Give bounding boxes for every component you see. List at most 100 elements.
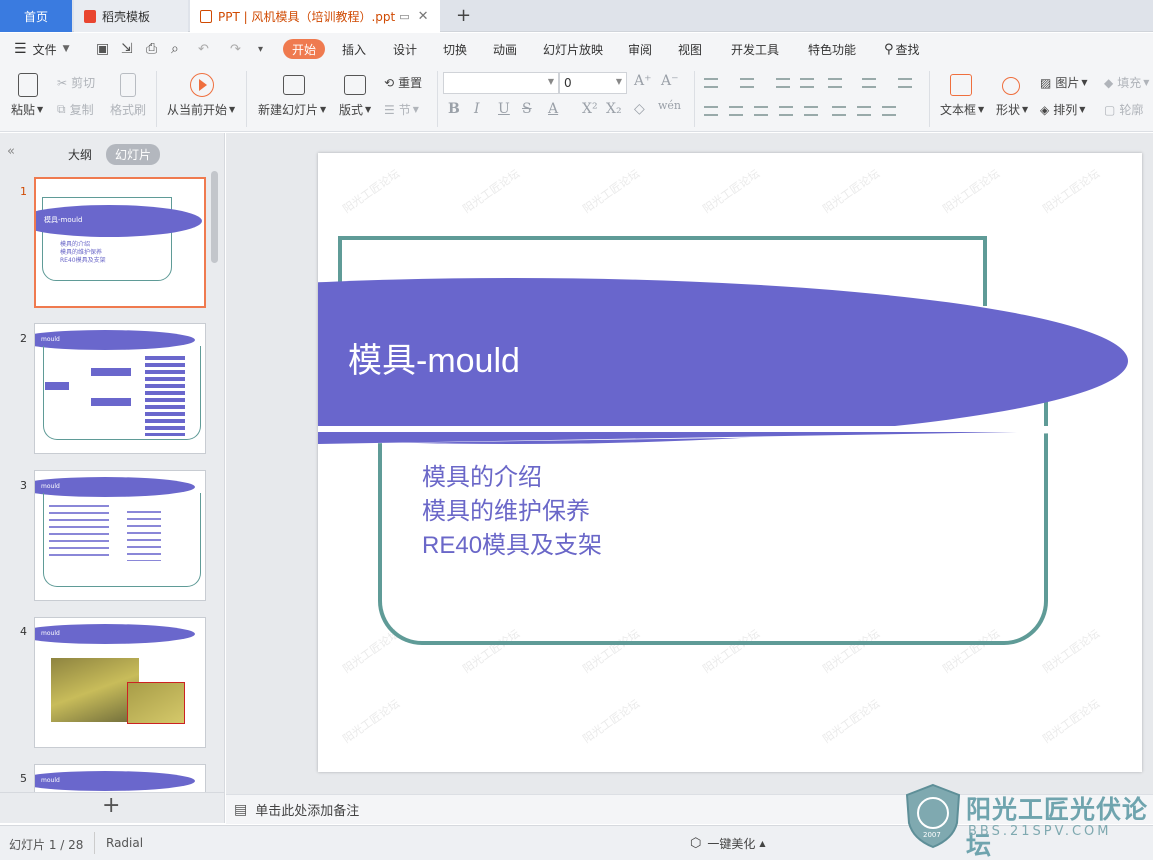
beautify-button[interactable]: ⬡ 一键美化 ▲ bbox=[690, 835, 766, 852]
line-spacing-icon[interactable] bbox=[898, 78, 912, 88]
save-icon[interactable]: ▣ bbox=[96, 39, 109, 59]
font-name-select[interactable]: ▼ bbox=[443, 72, 559, 94]
superscript-icon[interactable]: X² bbox=[582, 101, 598, 117]
close-tab-icon[interactable]: ✕ bbox=[418, 9, 429, 24]
docer-icon bbox=[84, 9, 96, 23]
menu-developer[interactable]: 开发工具 bbox=[731, 39, 779, 59]
search-button[interactable]: ⚲ 查找 bbox=[884, 39, 920, 59]
vertical-align-icon[interactable] bbox=[857, 106, 871, 116]
redo-icon[interactable]: ↷ bbox=[230, 39, 241, 59]
menu-slideshow[interactable]: 幻灯片放映 bbox=[543, 39, 603, 59]
slide-thumbnail-1[interactable]: 模具-mould 模具的介绍 模具的维护保养 RE40模具及支架 bbox=[34, 177, 206, 308]
layout-button[interactable]: 版式 ▼ bbox=[339, 101, 371, 118]
new-tab-icon[interactable]: + bbox=[456, 5, 471, 26]
subscript-icon[interactable]: X₂ bbox=[606, 101, 622, 117]
textbox-icon[interactable] bbox=[950, 74, 972, 96]
chevron-down-icon: ▼ bbox=[1079, 105, 1086, 114]
menu-home[interactable]: 开始 bbox=[283, 39, 326, 59]
justify-icon[interactable] bbox=[779, 106, 793, 116]
menu-animation-label: 动画 bbox=[493, 42, 518, 57]
new-slide-icon[interactable] bbox=[283, 75, 305, 95]
clear-format-icon[interactable]: ◇ bbox=[634, 101, 645, 117]
menu-transition[interactable]: 切换 bbox=[443, 39, 467, 59]
bold-icon[interactable]: B bbox=[448, 101, 460, 117]
menu-insert[interactable]: 插入 bbox=[342, 39, 366, 59]
align-center-icon[interactable] bbox=[729, 106, 743, 116]
fill-button[interactable]: ◆ 填充 ▼ bbox=[1104, 74, 1149, 91]
notes-placeholder: 单击此处添加备注 bbox=[255, 804, 360, 819]
paragraph-spacing-icon[interactable] bbox=[832, 106, 846, 116]
slide-title[interactable]: 模具-mould bbox=[348, 333, 520, 382]
shape-button[interactable]: 形状 ▼ bbox=[996, 101, 1028, 118]
text-direction-icon[interactable] bbox=[862, 78, 876, 88]
menu-review[interactable]: 审阅 bbox=[628, 39, 652, 59]
play-from-current-button[interactable]: 从当前开始 ▼ bbox=[167, 101, 235, 118]
thumbnail-number: 5 bbox=[20, 772, 27, 785]
thumbnail-line: RE40模具及支架 bbox=[60, 257, 106, 264]
tab-docer-templates[interactable]: 稻壳模板 bbox=[74, 0, 188, 32]
file-menu[interactable]: ☰ 文件 ▼ bbox=[14, 39, 70, 59]
decrease-indent-icon[interactable] bbox=[776, 78, 790, 88]
section-button[interactable]: ☰ 节 ▼ bbox=[384, 101, 419, 118]
distributed-icon[interactable] bbox=[804, 106, 818, 116]
tab-home[interactable]: 首页 bbox=[0, 0, 72, 32]
textbox-button[interactable]: 文本框 ▼ bbox=[940, 101, 984, 118]
slide-counter: 幻灯片 1 / 28 bbox=[9, 838, 84, 852]
menu-design[interactable]: 设计 bbox=[393, 39, 417, 59]
font-size-select[interactable]: 0 ▼ bbox=[559, 72, 627, 94]
outline-button[interactable]: ▢ 轮廓 bbox=[1104, 101, 1143, 118]
picture-button[interactable]: ▨ 图片 ▼ bbox=[1040, 74, 1088, 91]
align-right-icon[interactable] bbox=[754, 106, 768, 116]
screen-icon[interactable]: ▭ bbox=[399, 10, 409, 23]
collapse-pane-icon[interactable]: « bbox=[7, 144, 15, 159]
italic-icon[interactable]: I bbox=[474, 101, 480, 117]
new-slide-button[interactable]: 新建幻灯片 ▼ bbox=[258, 101, 326, 118]
menu-view[interactable]: 视图 bbox=[678, 39, 702, 59]
print-preview-icon[interactable]: ⌕ bbox=[171, 39, 179, 59]
cut-button[interactable]: ✂ 剪切 bbox=[57, 74, 95, 91]
align-left-icon[interactable] bbox=[704, 106, 718, 116]
undo-icon[interactable]: ↶ bbox=[198, 39, 209, 59]
tab-slides[interactable]: 幻灯片 bbox=[106, 144, 161, 165]
add-slide-icon[interactable]: + bbox=[102, 793, 120, 818]
paste-icon[interactable] bbox=[18, 73, 38, 97]
slide-thumbnail-3[interactable]: mould bbox=[34, 470, 206, 601]
shape-icon[interactable] bbox=[1002, 77, 1020, 95]
format-painter-label: 格式刷 bbox=[110, 103, 147, 117]
paste-button[interactable]: 粘贴 ▼ bbox=[11, 101, 43, 118]
increase-indent-icon[interactable] bbox=[800, 78, 814, 88]
theme-name[interactable]: Radial bbox=[106, 836, 143, 850]
thumbnail-text-block bbox=[49, 505, 109, 561]
columns-icon[interactable] bbox=[828, 78, 842, 88]
bullets-icon[interactable] bbox=[704, 78, 718, 88]
copy-button[interactable]: ⧉ 复制 bbox=[57, 101, 94, 118]
underline-icon[interactable]: U bbox=[498, 101, 510, 117]
slide-thumbnail-4[interactable]: mould bbox=[34, 617, 206, 748]
strikethrough-icon[interactable]: S bbox=[522, 101, 532, 117]
reset-icon: ⟲ bbox=[384, 75, 395, 90]
font-color-icon[interactable]: A bbox=[548, 101, 558, 117]
numbering-icon[interactable] bbox=[740, 78, 754, 88]
format-painter-button[interactable]: 格式刷 bbox=[110, 101, 146, 118]
title-band-stripe bbox=[318, 426, 1142, 432]
menu-special[interactable]: 特色功能 bbox=[808, 39, 856, 59]
text-align-icon[interactable] bbox=[882, 106, 896, 116]
quick-access-dropdown-icon[interactable]: ▾ bbox=[258, 39, 263, 59]
increase-font-icon[interactable]: A⁺ bbox=[634, 73, 652, 89]
arrange-button[interactable]: ◈ 排列 ▼ bbox=[1040, 101, 1085, 118]
decrease-font-icon[interactable]: A⁻ bbox=[661, 73, 679, 89]
tab-document[interactable]: PPT | 风机模具（培训教程）.ppt ▭ ✕ bbox=[190, 0, 440, 32]
print-icon[interactable]: ⎙ bbox=[146, 39, 157, 59]
export-icon[interactable]: ⇲ bbox=[121, 39, 133, 59]
slide-canvas[interactable]: 阳光工匠论坛 阳光工匠论坛 阳光工匠论坛 阳光工匠论坛 阳光工匠论坛 阳光工匠论… bbox=[318, 153, 1142, 772]
tab-outline[interactable]: 大纲 bbox=[68, 146, 92, 163]
slide-bullets[interactable]: 模具的介绍 模具的维护保养 RE40模具及支架 bbox=[422, 461, 602, 563]
slide-thumbnail-5[interactable]: mould bbox=[34, 764, 206, 792]
thumbnail-scrollbar[interactable] bbox=[211, 171, 218, 263]
slide-thumbnail-2[interactable]: mould bbox=[34, 323, 206, 454]
menu-animation[interactable]: 动画 bbox=[493, 39, 517, 59]
beautify-label: 一键美化 bbox=[707, 837, 756, 851]
reset-button[interactable]: ⟲ 重置 bbox=[384, 74, 422, 91]
layout-icon[interactable] bbox=[344, 75, 366, 95]
phonetic-guide-icon[interactable]: wén bbox=[658, 99, 681, 112]
